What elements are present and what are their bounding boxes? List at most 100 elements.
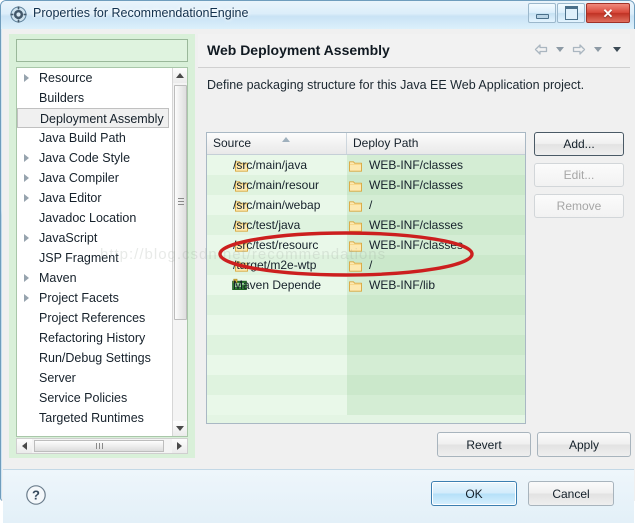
add-button[interactable]: Add... bbox=[534, 132, 624, 156]
cell-deploy-path: WEB-INF/classes bbox=[369, 178, 464, 192]
sidebar-item-targeted-runtimes[interactable]: Targeted Runtimes bbox=[17, 408, 173, 428]
tree-hscroll-thumb[interactable] bbox=[34, 440, 164, 452]
sidebar-item-javadoc-location[interactable]: Javadoc Location bbox=[17, 208, 173, 228]
table-row-empty bbox=[207, 395, 525, 415]
row-deploy-background bbox=[347, 335, 525, 355]
cell-source: /src/main/java bbox=[233, 158, 308, 172]
table-row-empty bbox=[207, 355, 525, 375]
expand-arrow-icon[interactable] bbox=[24, 234, 29, 242]
row-deploy-background bbox=[347, 295, 525, 315]
sidebar-item-label: Targeted Runtimes bbox=[39, 411, 144, 425]
scroll-left-button[interactable] bbox=[17, 439, 32, 453]
table-row[interactable]: /src/test/resourc WEB-INF/classes bbox=[207, 235, 525, 255]
sidebar-item-label: Project References bbox=[39, 311, 146, 325]
column-header-deploy-path[interactable]: Deploy Path bbox=[347, 133, 525, 154]
cell-source: /src/test/java bbox=[233, 218, 301, 232]
window-controls: ✕ bbox=[527, 3, 630, 24]
tree-vertical-scrollbar[interactable] bbox=[172, 68, 187, 436]
row-deploy-background bbox=[347, 355, 525, 375]
cell-source: /target/m2e-wtp bbox=[233, 258, 317, 272]
sidebar-item-java-editor[interactable]: Java Editor bbox=[17, 188, 173, 208]
sidebar-item-label: Deployment Assembly bbox=[40, 112, 164, 126]
table-row[interactable]: /target/m2e-wtp / bbox=[207, 255, 525, 275]
view-menu-chevron-down-icon[interactable] bbox=[609, 42, 624, 57]
filter-input[interactable] bbox=[16, 39, 188, 62]
filter-container bbox=[16, 39, 188, 62]
scroll-up-button[interactable] bbox=[173, 68, 187, 83]
window-frame: Properties for RecommendationEngine ✕ Re… bbox=[0, 0, 635, 523]
sidebar-item-label: Server bbox=[39, 371, 76, 385]
tree-scroll-thumb[interactable] bbox=[174, 85, 187, 320]
back-arrow-icon[interactable] bbox=[533, 42, 548, 57]
tree-horizontal-scrollbar[interactable] bbox=[16, 438, 188, 454]
maximize-button[interactable] bbox=[557, 3, 585, 23]
sidebar-item-service-policies[interactable]: Service Policies bbox=[17, 388, 173, 408]
sidebar-item-java-build-path[interactable]: Java Build Path bbox=[17, 128, 173, 148]
ok-button[interactable]: OK bbox=[431, 481, 517, 506]
table-row[interactable]: /src/test/java WEB-INF/classes bbox=[207, 215, 525, 235]
sidebar-item-jsp-fragment[interactable]: JSP Fragment bbox=[17, 248, 173, 268]
revert-button[interactable]: Revert bbox=[437, 432, 531, 457]
forward-arrow-icon[interactable] bbox=[571, 42, 586, 57]
table-row[interactable]: /src/main/java WEB-INF/classes bbox=[207, 155, 525, 175]
apply-button[interactable]: Apply bbox=[537, 432, 631, 457]
settings-tree-pane: Resource Builders Deployment Assembly Java … bbox=[9, 34, 195, 458]
close-button[interactable]: ✕ bbox=[586, 3, 630, 23]
minimize-button[interactable] bbox=[528, 3, 556, 23]
sidebar-item-refactoring-history[interactable]: Refactoring History bbox=[17, 328, 173, 348]
help-icon[interactable]: ? bbox=[25, 484, 47, 506]
page-header: Web Deployment Assembly bbox=[198, 34, 630, 68]
expand-arrow-icon[interactable] bbox=[24, 174, 29, 182]
sidebar-item-java-compiler[interactable]: Java Compiler bbox=[17, 168, 173, 188]
cell-source: /src/main/resour bbox=[233, 178, 320, 192]
dialog-root: Properties for RecommendationEngine ✕ Re… bbox=[0, 0, 635, 523]
sidebar-item-resource[interactable]: Resource bbox=[17, 68, 173, 88]
sidebar-item-project-references[interactable]: Project References bbox=[17, 308, 173, 328]
table-row[interactable]: Maven Depende WEB-INF/lib bbox=[207, 275, 525, 295]
cell-deploy-path: WEB-INF/classes bbox=[369, 238, 464, 252]
page-nav-icons bbox=[533, 42, 624, 57]
expand-arrow-icon[interactable] bbox=[24, 194, 29, 202]
scroll-down-button[interactable] bbox=[173, 421, 187, 436]
expand-arrow-icon[interactable] bbox=[24, 294, 29, 302]
sidebar-item-builders[interactable]: Builders bbox=[17, 88, 173, 108]
table-row[interactable]: /src/main/resour WEB-INF/classes bbox=[207, 175, 525, 195]
cell-deploy-path: WEB-INF/classes bbox=[369, 158, 464, 172]
sidebar-item-maven[interactable]: Maven bbox=[17, 268, 173, 288]
expand-arrow-icon[interactable] bbox=[24, 74, 29, 82]
sidebar-item-java-code-style[interactable]: Java Code Style bbox=[17, 148, 173, 168]
row-source-background bbox=[207, 355, 347, 375]
grip-icon bbox=[178, 198, 184, 205]
sidebar-item-label: Javadoc Location bbox=[39, 211, 137, 225]
expand-arrow-icon[interactable] bbox=[24, 154, 29, 162]
cell-deploy-path: WEB-INF/lib bbox=[369, 278, 435, 292]
table-row-empty bbox=[207, 295, 525, 315]
grip-icon bbox=[95, 443, 103, 449]
column-header-source[interactable]: Source bbox=[207, 133, 347, 154]
cell-deploy-path: / bbox=[369, 258, 373, 272]
cell-deploy-path: / bbox=[369, 198, 373, 212]
row-source-background bbox=[207, 335, 347, 355]
settings-page-pane: Web Deployment Assembly Define packaging… bbox=[198, 34, 631, 458]
row-deploy-background bbox=[347, 395, 525, 415]
cell-source: /src/test/resourc bbox=[233, 238, 319, 252]
sidebar-item-server[interactable]: Server bbox=[17, 368, 173, 388]
page-title: Web Deployment Assembly bbox=[207, 42, 390, 58]
sidebar-item-deployment-assembly[interactable]: Deployment Assembly bbox=[17, 108, 169, 128]
sidebar-item-label: Builders bbox=[39, 91, 85, 105]
sidebar-item-javascript[interactable]: JavaScript bbox=[17, 228, 173, 248]
settings-tree[interactable]: Resource Builders Deployment Assembly Java … bbox=[16, 67, 188, 437]
cancel-button[interactable]: Cancel bbox=[528, 481, 614, 506]
sidebar-item-project-facets[interactable]: Project Facets bbox=[17, 288, 173, 308]
expand-arrow-icon[interactable] bbox=[24, 274, 29, 282]
deployment-assembly-table[interactable]: Source Deploy Path /src/main/java WEB-INF… bbox=[206, 132, 526, 424]
scroll-right-button[interactable] bbox=[172, 439, 187, 453]
eclipse-properties-icon bbox=[10, 6, 27, 23]
row-deploy-background bbox=[347, 315, 525, 335]
sidebar-item-run-debug-settings[interactable]: Run/Debug Settings bbox=[17, 348, 173, 368]
forward-menu-chevron-down-icon[interactable] bbox=[590, 42, 605, 57]
table-row[interactable]: /src/main/webap / bbox=[207, 195, 525, 215]
back-menu-chevron-down-icon[interactable] bbox=[552, 42, 567, 57]
table-action-buttons: Add... Edit... Remove bbox=[534, 132, 624, 225]
table-header: Source Deploy Path bbox=[207, 133, 525, 155]
